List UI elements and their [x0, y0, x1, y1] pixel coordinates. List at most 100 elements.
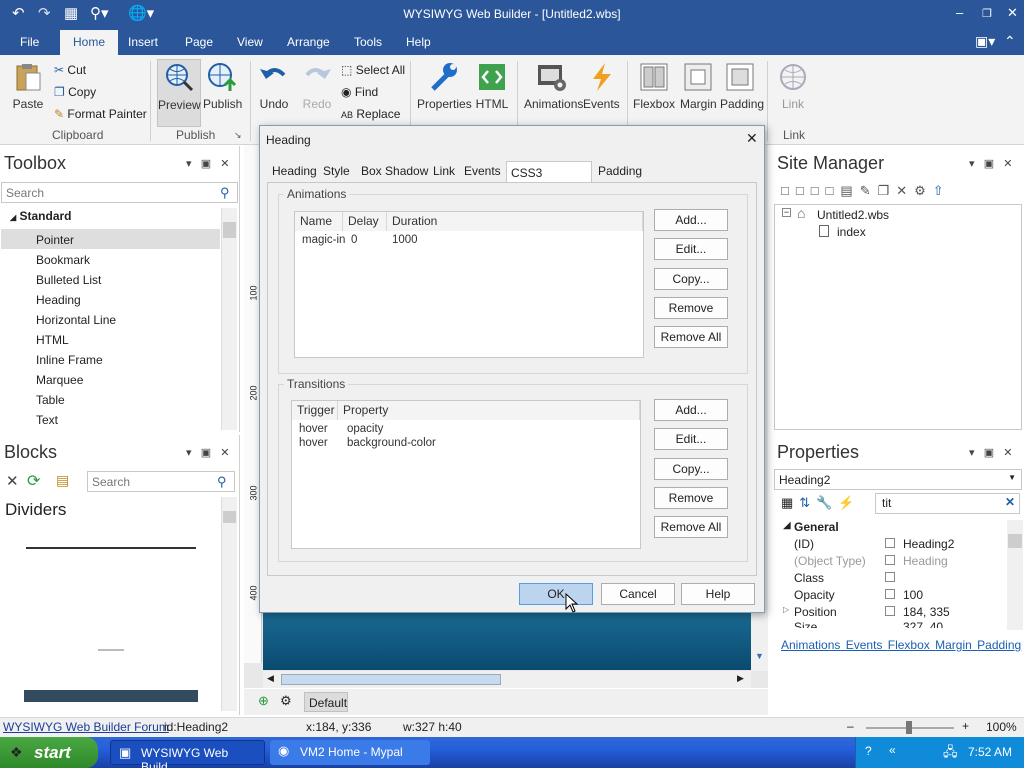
replace-button[interactable]: AB Replace — [341, 107, 400, 121]
toolbox-panel-buttons[interactable]: ▾ ▣ ✕ — [186, 157, 229, 170]
dialog-tab-box-shadow[interactable]: Box Shadow — [361, 164, 428, 178]
animation-add-button[interactable]: Add... — [654, 209, 728, 231]
property-filter-input[interactable]: tit ✕ — [875, 493, 1020, 514]
tab-view[interactable]: View — [237, 35, 263, 49]
transition-remove-all-button[interactable]: Remove All — [654, 516, 728, 538]
dialog-tab-link[interactable]: Link — [433, 164, 455, 178]
toolbox-item-text[interactable]: Text — [36, 413, 58, 427]
animation-edit-button[interactable]: Edit... — [654, 238, 728, 260]
blocks-scrollbar[interactable] — [221, 497, 237, 711]
property-checkbox[interactable] — [885, 555, 895, 565]
divider-preview[interactable] — [26, 547, 196, 549]
format-painter-button[interactable]: ✎ Format Painter — [54, 107, 147, 121]
copy-button[interactable]: ❐ Copy — [54, 85, 96, 99]
events-button[interactable]: Events — [583, 61, 620, 111]
animations-button[interactable]: Animations — [524, 61, 583, 111]
property-checkbox[interactable] — [885, 589, 895, 599]
tab-arrange[interactable]: Arrange — [287, 35, 330, 49]
cut-button[interactable]: ✂ Cut — [54, 63, 86, 77]
zoom-in-icon[interactable]: + — [962, 719, 969, 733]
help-tray-icon[interactable]: ? — [865, 744, 872, 758]
redo-button[interactable]: Redo — [300, 61, 334, 111]
toolbox-item-bulleted-list[interactable]: Bulleted List — [36, 273, 101, 287]
page-banner[interactable] — [263, 610, 751, 670]
toolbox-item-horizontal-line[interactable]: Horizontal Line — [36, 313, 116, 327]
column-header[interactable]: Property — [338, 401, 640, 420]
column-header[interactable]: Delay — [343, 212, 387, 231]
expand-triangle-icon[interactable]: ▷ — [783, 605, 789, 614]
properties-panel-buttons[interactable]: ▾ ▣ ✕ — [969, 446, 1012, 459]
column-header[interactable]: Trigger — [292, 401, 338, 420]
animation-remove-button[interactable]: Remove — [654, 297, 728, 319]
property-value[interactable]: 184, 335 — [903, 605, 950, 619]
animation-copy-button[interactable]: Copy... — [654, 268, 728, 290]
transition-copy-button[interactable]: Copy... — [654, 458, 728, 480]
property-value[interactable]: Heading2 — [903, 537, 954, 551]
dialog-tab-css3-animation[interactable]: CSS3 Animation — [506, 161, 592, 194]
add-page-icon[interactable]: ⊕ — [258, 693, 269, 709]
up-arrow-icon[interactable]: ⇧ — [933, 183, 951, 198]
start-button[interactable]: ❖ start — [0, 737, 98, 768]
preview-button[interactable]: Preview — [157, 59, 201, 127]
link-flexbox[interactable]: Flexbox — [888, 638, 930, 652]
scroll-left-icon[interactable]: ◀ — [267, 673, 274, 684]
canvas-hscrollbar[interactable]: ◀ ▶ — [263, 671, 751, 688]
toolbox-item-table[interactable]: Table — [36, 393, 65, 407]
toolbox-scrollbar[interactable] — [221, 208, 237, 430]
property-checkbox[interactable] — [885, 606, 895, 616]
site-manager-panel-buttons[interactable]: ▾ ▣ ✕ — [969, 157, 1012, 170]
toolbox-search-input[interactable]: Search — [1, 182, 238, 203]
transition-remove-button[interactable]: Remove — [654, 487, 728, 509]
canvas-hscroll-thumb[interactable] — [281, 674, 501, 685]
toolbox-item-heading[interactable]: Heading — [36, 293, 81, 307]
tab-page[interactable]: Page — [185, 35, 213, 49]
flexbox-button[interactable]: Flexbox — [633, 61, 675, 111]
transition-trigger-cell[interactable]: hover — [299, 437, 328, 449]
dialog-tab-padding[interactable]: Padding — [598, 164, 642, 178]
link-events[interactable]: Events — [846, 638, 883, 652]
blocks-search-input[interactable]: Search — [87, 471, 235, 492]
animation-duration-cell[interactable]: 1000 — [392, 234, 418, 246]
find-button[interactable]: ◉ Find — [341, 85, 378, 99]
transition-edit-button[interactable]: Edit... — [654, 428, 728, 450]
dialog-tab-events[interactable]: Events — [464, 164, 501, 178]
properties-scrollbar[interactable] — [1007, 520, 1023, 630]
property-value[interactable]: 100 — [903, 588, 923, 602]
property-checkbox[interactable] — [885, 538, 895, 548]
publish-button[interactable]: Publish — [203, 61, 242, 111]
network-icon[interactable]: 🖧 — [943, 743, 958, 765]
layout-menu-icon[interactable]: ▣▾ — [975, 33, 995, 50]
object-selector[interactable]: Heading2 ▼ — [774, 469, 1022, 490]
dialog-tab-heading[interactable]: Heading — [272, 164, 317, 178]
link-button[interactable]: Link — [775, 61, 811, 111]
link-margin[interactable]: Margin — [935, 638, 972, 652]
folder-icon[interactable]: ▤ — [56, 472, 69, 489]
dialog-launcher-icon[interactable]: ↘ — [234, 130, 242, 141]
html-button[interactable]: HTML — [475, 61, 509, 111]
properties-button[interactable]: Properties — [417, 61, 472, 111]
ribbon-collapse-icon[interactable]: ⌃ — [1004, 33, 1016, 50]
animation-remove-all-button[interactable]: Remove All — [654, 326, 728, 348]
page-tab-default[interactable]: Default — [304, 692, 348, 712]
zoom-slider-thumb[interactable] — [906, 721, 912, 734]
delete-icon[interactable]: ✕ — [6, 472, 19, 490]
clear-filter-icon[interactable]: ✕ — [1005, 495, 1015, 509]
toolbox-section-standard[interactable]: ◢ Standard — [10, 209, 72, 223]
tab-insert[interactable]: Insert — [128, 35, 158, 49]
page-settings-icon[interactable]: ⚙ — [280, 693, 292, 709]
forum-link[interactable]: WYSIWYG Web Builder Forum — [3, 720, 169, 734]
tab-help[interactable]: Help — [406, 35, 431, 49]
toolbox-item-bookmark[interactable]: Bookmark — [36, 253, 90, 267]
transition-property-cell[interactable]: opacity — [347, 423, 383, 435]
select-all-button[interactable]: ⬚ Select All — [341, 63, 405, 77]
padding-button[interactable]: Padding — [720, 61, 764, 111]
column-header[interactable]: Duration — [387, 212, 643, 231]
site-manager-toolbar[interactable]: □□□□▤✎❐✕⚙⇧ — [781, 183, 951, 199]
collapse-triangle-icon[interactable]: ◢ — [783, 520, 791, 531]
transitions-list[interactable]: Trigger Property hover opacity hover bac… — [291, 400, 641, 549]
minimize-button[interactable]: – — [956, 5, 963, 20]
margin-button[interactable]: Margin — [680, 61, 717, 111]
tree-collapse-icon[interactable]: − — [782, 208, 791, 217]
divider-preview-dark[interactable] — [24, 690, 198, 702]
search-icon[interactable]: ⚲ — [220, 185, 230, 201]
